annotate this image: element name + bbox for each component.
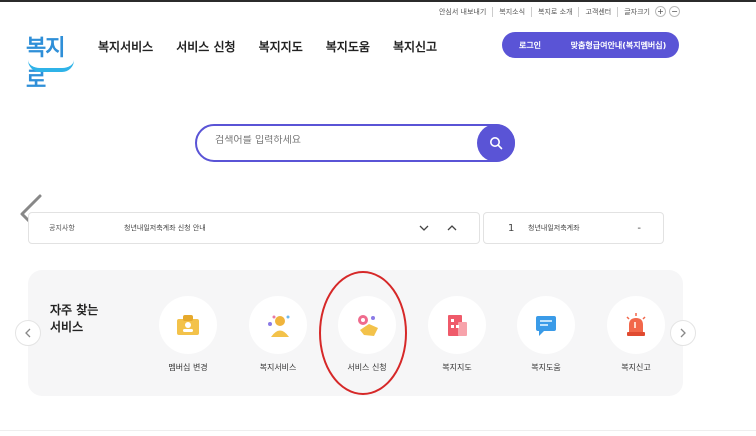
service-membership[interactable]: 멤버십 변경 — [158, 296, 218, 373]
membership-button[interactable]: 맞춤형급여안내(복지멤버십) — [558, 40, 679, 51]
title-line-1: 자주 찾는 — [50, 303, 99, 317]
nav-welfare-service[interactable]: 복지서비스 — [98, 38, 153, 55]
utility-news[interactable]: 복지소식 — [492, 7, 531, 17]
chevron-up-icon[interactable] — [447, 224, 457, 232]
utility-export[interactable]: 안심서 내보내기 — [433, 7, 492, 17]
top-border — [0, 0, 756, 2]
frequent-services-title: 자주 찾는 서비스 — [50, 302, 98, 336]
siren-icon — [626, 313, 646, 336]
keyword-rank: 1 — [508, 222, 515, 234]
login-bar: 로그인 맞춤형급여안내(복지멤버십) — [502, 32, 679, 58]
utility-fontsize-label: 글자크기 — [617, 7, 656, 17]
main-navigation: 복지서비스 서비스 신청 복지지도 복지도움 복지신고 — [98, 38, 437, 55]
title-line-2: 서비스 — [50, 320, 84, 334]
chevron-right-icon — [680, 328, 686, 338]
font-increase-button[interactable]: + — [655, 6, 666, 17]
chat-icon — [536, 316, 556, 336]
notice-text[interactable]: 청년내일저축계좌 신청 안내 — [124, 223, 419, 233]
search-button[interactable] — [477, 124, 515, 162]
login-button[interactable]: 로그인 — [502, 40, 558, 51]
next-services-button[interactable] — [670, 320, 696, 346]
service-circle — [159, 296, 217, 354]
bottom-divider — [0, 430, 756, 431]
service-name: 복지도움 — [531, 363, 561, 372]
nav-welfare-map[interactable]: 복지지도 — [259, 38, 303, 55]
service-map[interactable]: 복지지도 — [427, 296, 487, 373]
utility-bar: 안심서 내보내기 복지소식 복지로 소개 고객센터 글자크기 — [433, 7, 656, 17]
logo-smile-mark — [28, 60, 74, 72]
highlight-annotation-circle — [319, 271, 407, 395]
service-name: 복지지도 — [442, 363, 472, 372]
utility-about[interactable]: 복지로 소개 — [531, 7, 578, 17]
service-name: 복지신고 — [621, 363, 651, 372]
notice-label: 공지사항 — [49, 224, 75, 232]
service-circle — [428, 296, 486, 354]
search-icon — [490, 137, 503, 150]
service-welfare[interactable]: 복지서비스 — [248, 296, 308, 373]
nav-welfare-help[interactable]: 복지도움 — [326, 38, 370, 55]
nav-service-apply[interactable]: 서비스 신청 — [176, 38, 235, 55]
notice-bar: 공지사항 청년내일저축계좌 신청 안내 — [28, 212, 480, 244]
font-size-controls: + − — [655, 6, 680, 17]
service-circle — [249, 296, 307, 354]
keyword-change: - — [637, 222, 641, 234]
chevron-down-icon[interactable] — [419, 224, 429, 232]
site-logo[interactable]: 복지로 — [26, 30, 78, 93]
service-circle — [517, 296, 575, 354]
service-report[interactable]: 복지신고 — [606, 296, 666, 373]
popular-keyword-bar: 1 청년내일저축계좌 - — [483, 212, 664, 244]
search-input[interactable] — [215, 135, 465, 146]
notice-arrows — [419, 224, 457, 232]
service-circle — [607, 296, 665, 354]
keyword-text[interactable]: 청년내일저축계좌 — [528, 223, 637, 233]
membership-icon — [177, 315, 199, 335]
service-help[interactable]: 복지도움 — [516, 296, 576, 373]
chevron-left-icon — [25, 328, 31, 338]
service-name: 복지서비스 — [259, 363, 297, 372]
nav-welfare-report[interactable]: 복지신고 — [393, 38, 437, 55]
building-icon — [448, 315, 467, 336]
prev-services-button[interactable] — [15, 320, 41, 346]
utility-support[interactable]: 고객센터 — [578, 7, 617, 17]
search-box — [195, 124, 515, 162]
font-decrease-button[interactable]: − — [669, 6, 680, 17]
people-icon — [268, 315, 290, 337]
service-name: 멤버십 변경 — [168, 363, 208, 372]
